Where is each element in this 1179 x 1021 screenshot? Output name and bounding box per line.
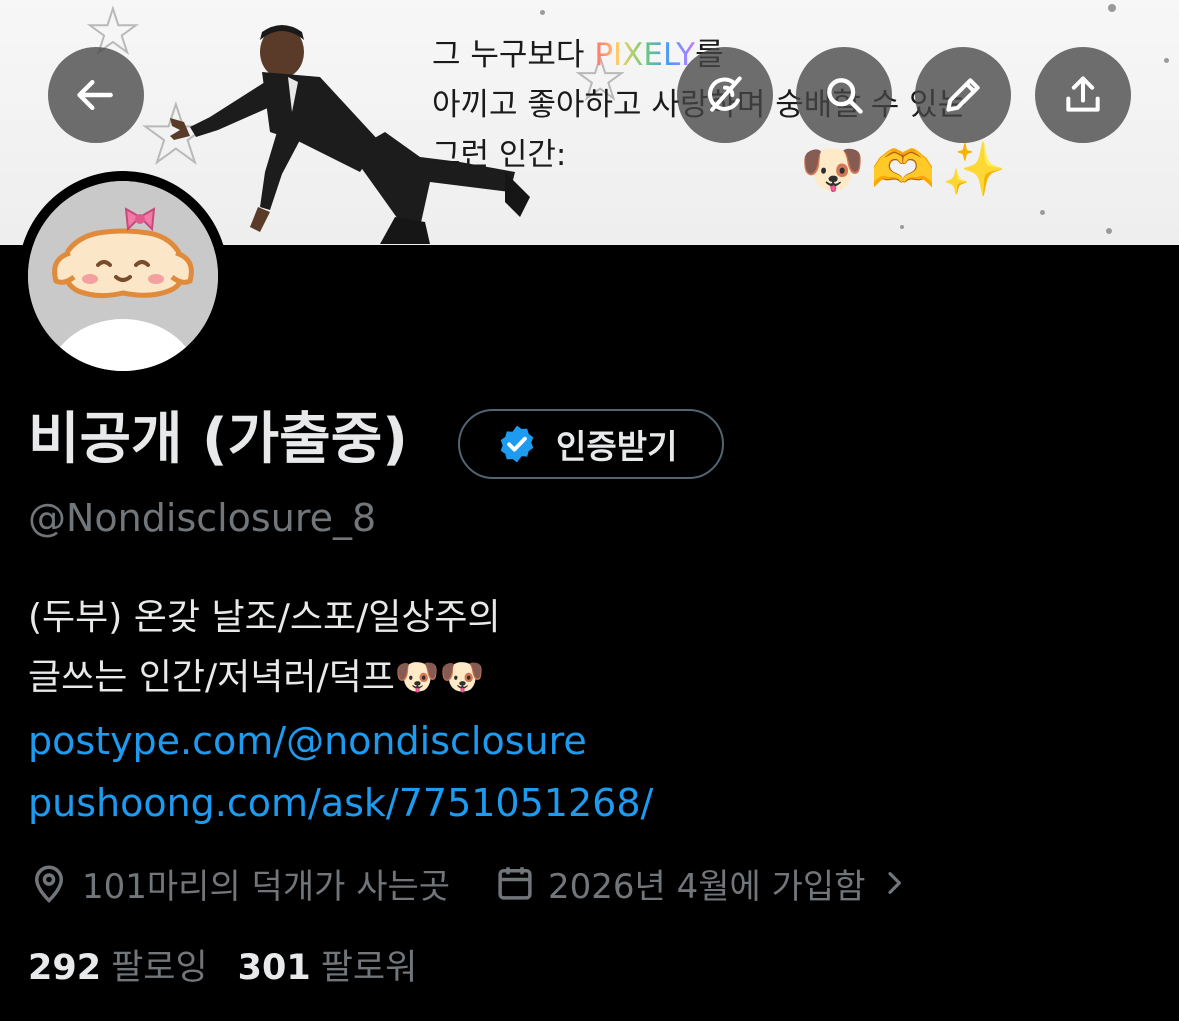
profile-name: 비공개 (가출중) — [28, 407, 408, 472]
bio-links: postype.com/@nondisclosure pushoong.com/… — [28, 710, 653, 834]
follow-stats: 292 팔로잉 301 팔로워 — [28, 942, 417, 994]
banner-brand-word: PIXELY — [594, 37, 696, 73]
back-button[interactable] — [48, 47, 144, 143]
arrow-left-icon — [77, 79, 113, 111]
following-link[interactable]: 292 팔로잉 — [28, 942, 208, 994]
banner-dot — [1106, 228, 1112, 234]
profile-join-date[interactable]: 2026년 4월에 가입함 — [494, 859, 909, 908]
bio-line: 글쓰는 인간/저녁러/덕프🐶🐶 — [28, 657, 485, 698]
profile-handle: @Nondisclosure_8 — [28, 496, 377, 540]
bio-line: (두부) 온갖 날조/스포/일상주의 — [28, 597, 501, 638]
avatar — [28, 181, 218, 371]
profile-avatar[interactable] — [18, 171, 228, 381]
profile-meta: 101마리의 덕개가 사는곳 2026년 4월에 가입함 — [28, 855, 910, 911]
share-button[interactable] — [1035, 47, 1131, 143]
profile-location: 101마리의 덕개가 사는곳 — [28, 859, 450, 908]
profile-bio: (두부) 온갖 날조/스포/일상주의 글쓰는 인간/저녁러/덕프🐶🐶 — [28, 588, 501, 708]
get-verified-label: 인증받기 — [556, 427, 678, 466]
banner-dot — [900, 225, 904, 229]
calendar-icon — [498, 867, 532, 900]
following-label: 팔로잉 — [111, 948, 208, 988]
search-icon — [827, 78, 863, 114]
get-verified-button[interactable]: 인증받기 — [458, 409, 724, 479]
location-pin-icon — [34, 865, 64, 903]
following-count: 292 — [28, 948, 102, 988]
grok-icon — [707, 76, 742, 112]
location-text: 101마리의 덕개가 사는곳 — [82, 866, 451, 907]
followers-label: 팔로워 — [320, 948, 418, 988]
banner-dot — [540, 10, 545, 15]
followers-count: 301 — [237, 948, 311, 988]
banner-text-line1-before: 그 누구보다 — [432, 37, 595, 73]
bio-link-postype[interactable]: postype.com/@nondisclosure — [28, 710, 653, 772]
banner-emojis: 🐶🫶✨ — [800, 140, 1013, 200]
banner-dot — [1164, 58, 1169, 63]
pencil-icon — [946, 78, 980, 112]
chevron-right-icon — [887, 872, 901, 894]
edit-button[interactable] — [915, 47, 1011, 143]
share-icon — [1066, 76, 1100, 112]
grok-button[interactable] — [677, 47, 773, 143]
search-button[interactable] — [796, 47, 892, 143]
bio-link-pushoong[interactable]: pushoong.com/ask/7751051268/ — [28, 772, 653, 834]
avatar-image — [28, 181, 218, 371]
verified-badge-icon — [500, 425, 534, 463]
banner-dot — [1040, 210, 1045, 215]
followers-link[interactable]: 301 팔로워 — [238, 942, 418, 994]
banner-dot — [1108, 4, 1116, 12]
join-date-text: 2026년 4월에 가입함 — [548, 866, 866, 907]
